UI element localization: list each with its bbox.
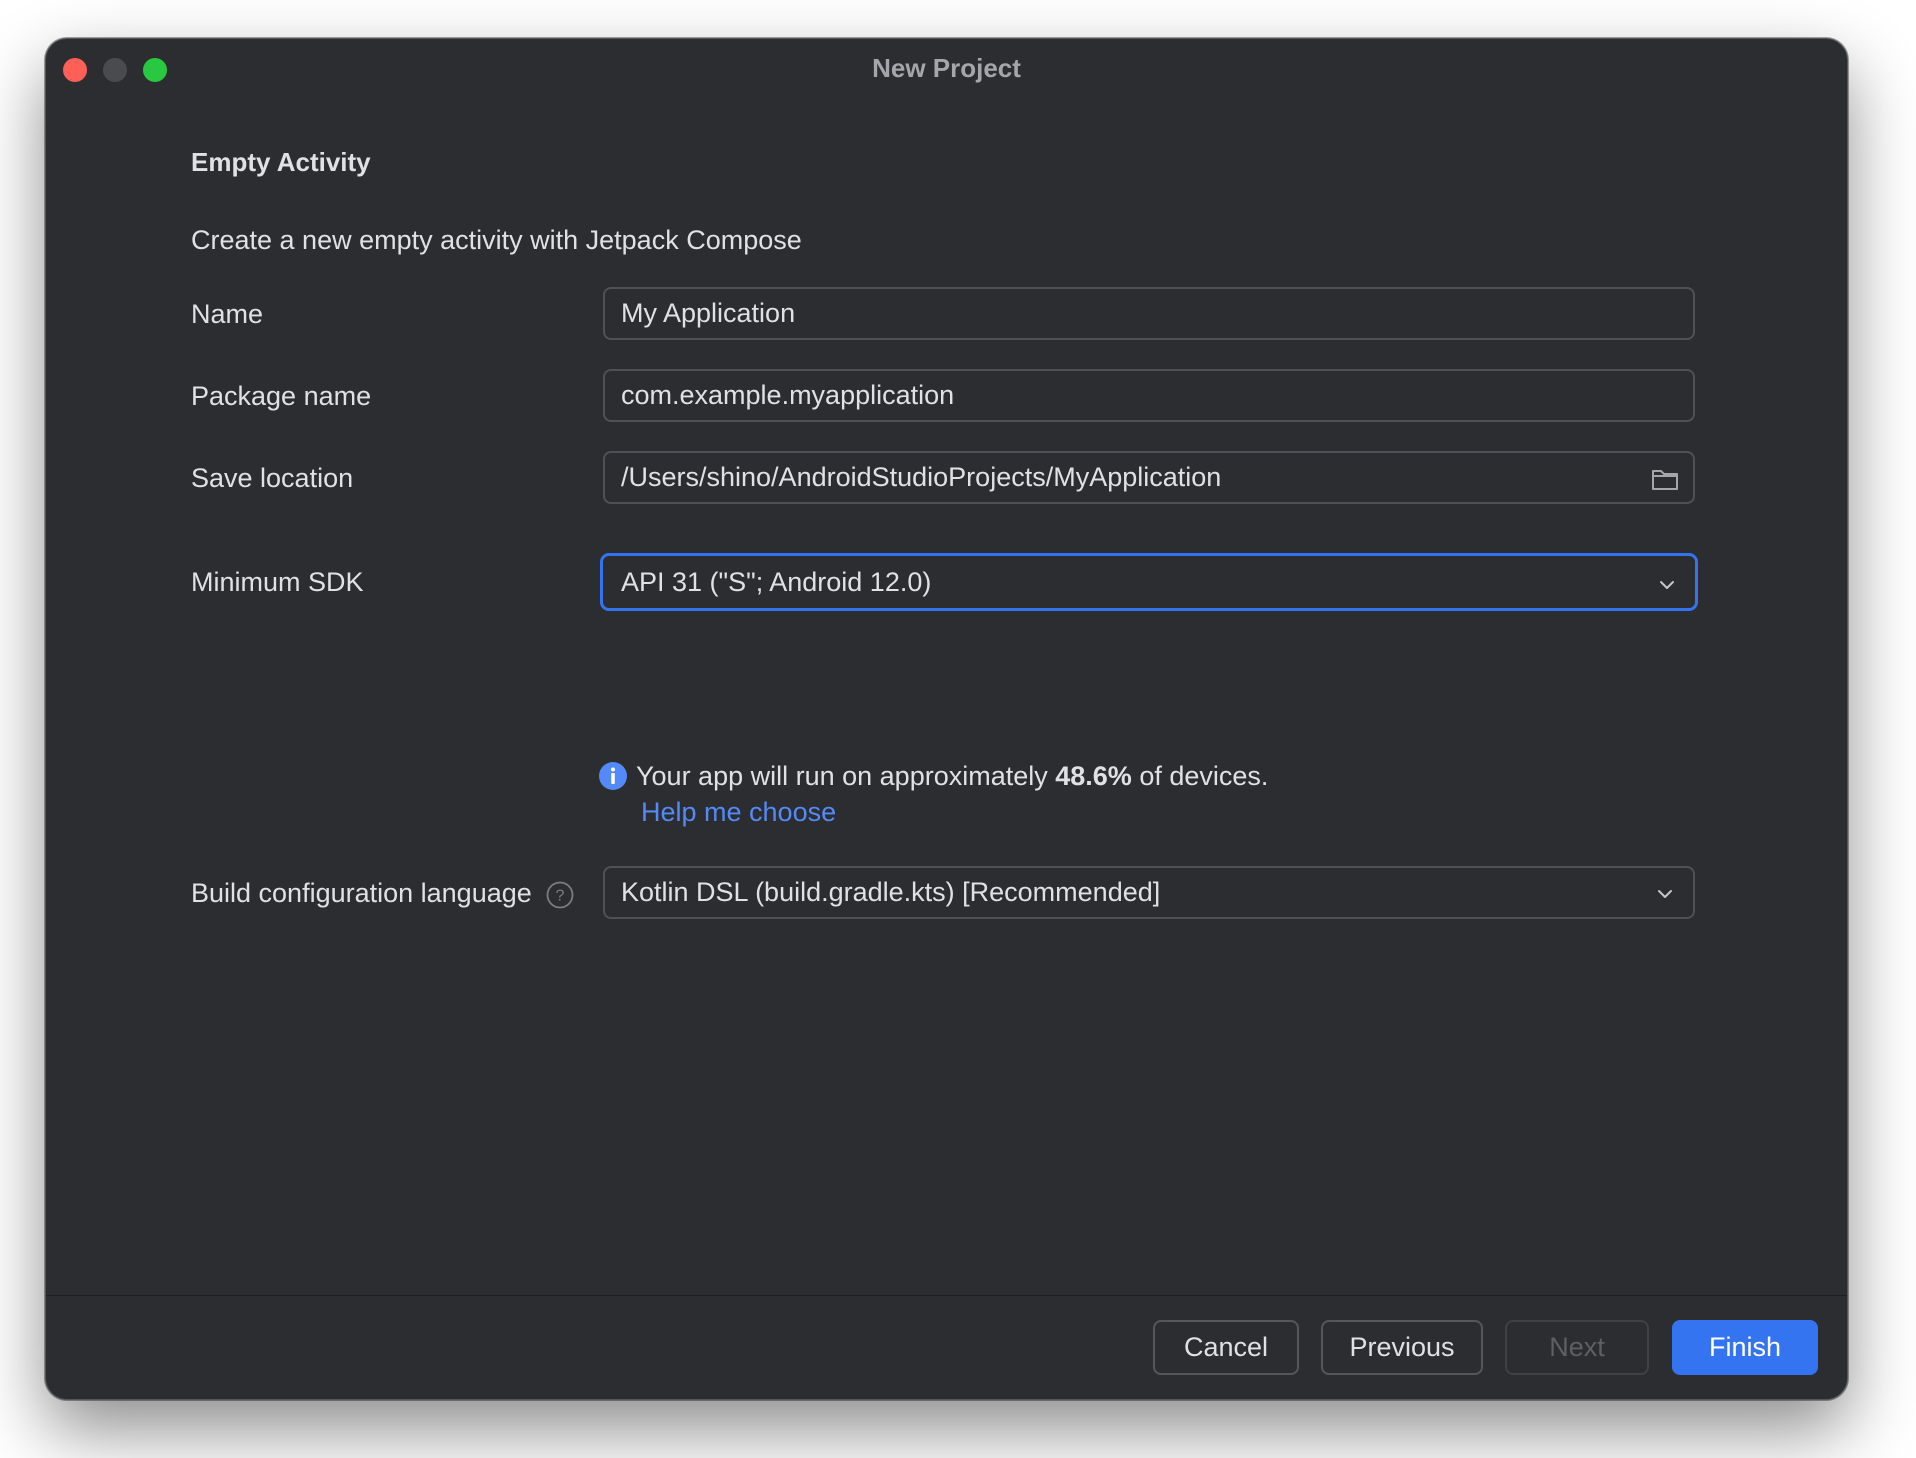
new-project-dialog: New Project Empty Activity Create a new … bbox=[45, 38, 1848, 1400]
chevron-down-icon bbox=[1649, 877, 1681, 909]
help-question-icon[interactable]: ? bbox=[546, 881, 574, 909]
build-language-label: Build configuration language bbox=[191, 878, 532, 908]
minimum-sdk-select[interactable]: API 31 ("S"; Android 12.0) bbox=[600, 553, 1698, 611]
page-description: Create a new empty activity with Jetpack… bbox=[191, 225, 802, 255]
svg-text:?: ? bbox=[556, 888, 565, 905]
save-location-input[interactable]: /Users/shino/AndroidStudioProjects/MyApp… bbox=[603, 451, 1695, 504]
name-input-value: My Application bbox=[621, 298, 796, 328]
device-coverage-percent: 48.6% bbox=[1055, 761, 1132, 791]
package-name-label: Package name bbox=[191, 381, 372, 411]
help-me-choose-link[interactable]: Help me choose bbox=[641, 797, 836, 828]
save-location-input-value: /Users/shino/AndroidStudioProjects/MyApp… bbox=[621, 462, 1222, 492]
device-coverage-suffix: of devices. bbox=[1131, 761, 1269, 791]
footer-divider bbox=[46, 1295, 1847, 1296]
cancel-button[interactable]: Cancel bbox=[1153, 1320, 1299, 1375]
title-bar: New Project bbox=[46, 39, 1847, 95]
finish-button[interactable]: Finish bbox=[1672, 1320, 1818, 1375]
next-button[interactable]: Next bbox=[1505, 1320, 1649, 1375]
page-title: Empty Activity bbox=[191, 147, 371, 177]
device-coverage-text: Your app will run on approximately 48.6%… bbox=[636, 761, 1268, 792]
name-label: Name bbox=[191, 299, 264, 329]
build-language-select[interactable]: Kotlin DSL (build.gradle.kts) [Recommend… bbox=[603, 866, 1695, 919]
minimum-sdk-value: API 31 ("S"; Android 12.0) bbox=[621, 567, 932, 597]
previous-button[interactable]: Previous bbox=[1321, 1320, 1483, 1375]
device-coverage-prefix: Your app will run on approximately bbox=[636, 761, 1056, 791]
info-icon bbox=[598, 761, 628, 791]
build-language-value: Kotlin DSL (build.gradle.kts) [Recommend… bbox=[621, 877, 1161, 907]
chevron-down-icon bbox=[1651, 566, 1683, 598]
name-input[interactable]: My Application bbox=[603, 287, 1695, 340]
save-location-label: Save location bbox=[191, 463, 354, 493]
folder-icon[interactable] bbox=[1649, 462, 1681, 494]
package-name-input[interactable]: com.example.myapplication bbox=[603, 369, 1695, 422]
window-title: New Project bbox=[872, 53, 1021, 83]
package-name-input-value: com.example.myapplication bbox=[621, 380, 955, 410]
minimum-sdk-label: Minimum SDK bbox=[191, 567, 364, 597]
